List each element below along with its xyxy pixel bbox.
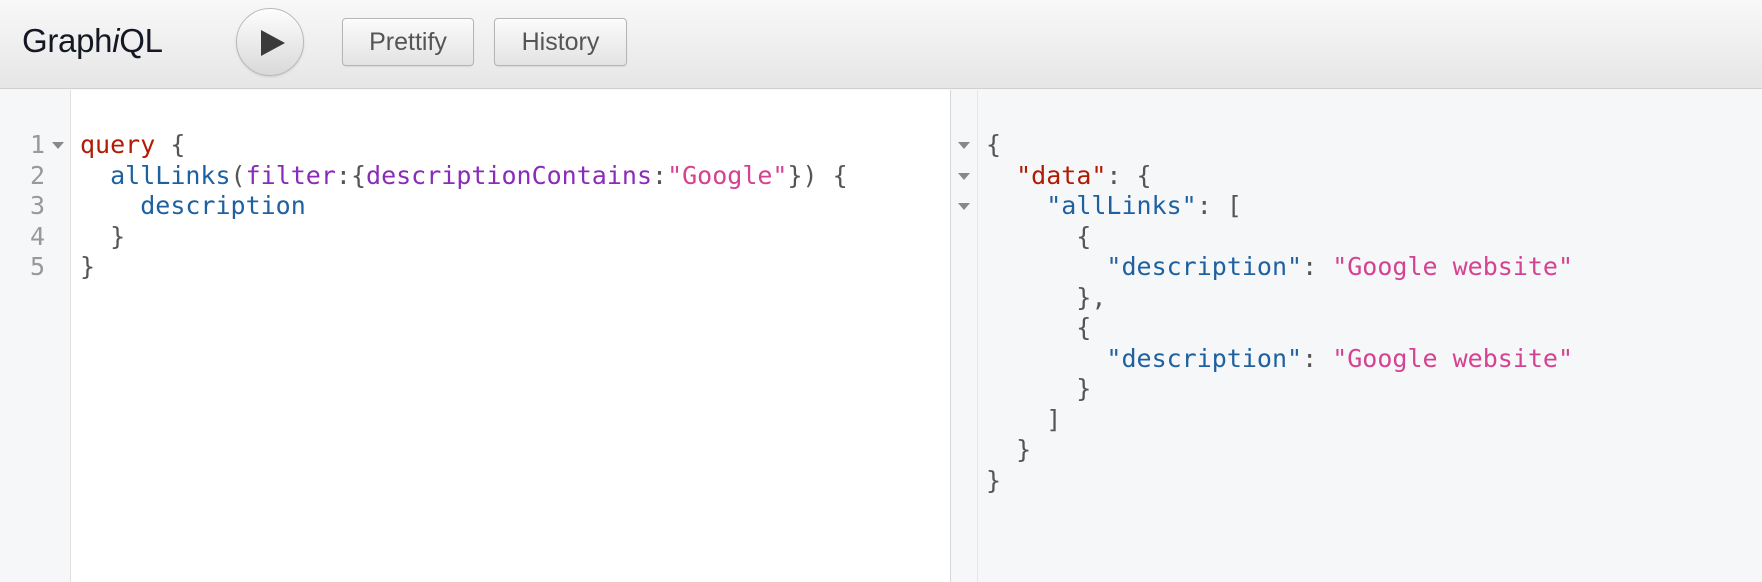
result-line: "description": "Google website"	[986, 250, 1573, 284]
code-token: :	[1302, 252, 1333, 281]
code-token: :	[652, 160, 668, 190]
code-token: }) {	[787, 160, 848, 190]
app-title: GraphiQL	[22, 22, 163, 60]
query-line[interactable]: }	[80, 250, 95, 284]
code-token: : [	[1196, 191, 1242, 220]
code-token: "data"	[1016, 160, 1107, 190]
code-token: :	[1302, 343, 1333, 373]
result-line: "data": {	[986, 159, 1152, 193]
toolbar: GraphiQL Prettify History	[0, 0, 1762, 89]
code-token: "Google website"	[1332, 252, 1574, 281]
code-token: (	[230, 160, 246, 190]
query-line[interactable]: allLinks(filter:{descriptionContains:"Go…	[80, 159, 848, 193]
code-token: : {	[1106, 160, 1152, 190]
code-token: descriptionContains	[366, 160, 652, 190]
fold-arrow-icon[interactable]	[52, 142, 64, 149]
line-number: 5	[29, 252, 45, 281]
result-viewer-gutter	[951, 90, 978, 582]
fold-arrow-icon[interactable]	[958, 172, 970, 180]
line-number: 2	[29, 160, 45, 190]
query-editor[interactable]: 1 query {2 allLinks(filter:{descriptionCo…	[0, 90, 951, 582]
code-token: "Google website"	[1332, 343, 1574, 373]
code-token: {	[155, 130, 186, 159]
code-token: "description"	[1106, 343, 1303, 373]
result-line: }	[986, 464, 1001, 498]
code-token: },	[986, 282, 1107, 312]
line-number: 3	[29, 191, 45, 220]
execute-query-button[interactable]	[236, 8, 304, 76]
code-token: {	[986, 313, 1092, 342]
code-token: {	[986, 130, 1002, 159]
result-line: {	[986, 220, 1091, 254]
code-token: }	[986, 465, 1002, 495]
history-button[interactable]: History	[494, 18, 627, 66]
prettify-button[interactable]: Prettify	[342, 18, 474, 66]
code-token: filter	[245, 160, 336, 190]
code-token: }	[986, 374, 1092, 403]
result-line: ]	[986, 403, 1061, 437]
query-line[interactable]: }	[80, 220, 125, 254]
code-token: "allLinks"	[1046, 191, 1197, 220]
fold-arrow-icon[interactable]	[958, 142, 970, 149]
app-title-suffix: QL	[119, 22, 163, 59]
play-icon	[261, 30, 285, 56]
result-line: }	[986, 433, 1031, 467]
query-line[interactable]: description	[80, 189, 306, 223]
line-number: 1	[29, 130, 45, 159]
result-line: },	[986, 281, 1106, 315]
code-token: allLinks	[110, 160, 231, 190]
result-line: }	[986, 372, 1091, 406]
line-number: 4	[29, 221, 45, 251]
result-viewer: { "data": { "allLinks": [ { "description…	[951, 90, 1762, 582]
code-token: }	[986, 435, 1032, 464]
fold-arrow-icon[interactable]	[958, 203, 970, 210]
code-token: description	[140, 191, 306, 220]
result-line: "description": "Google website"	[986, 342, 1573, 376]
query-line[interactable]: query {	[80, 128, 185, 162]
result-line: {	[986, 128, 1001, 162]
code-token: }	[80, 252, 96, 281]
code-token: }	[80, 221, 126, 251]
result-line: "allLinks": [	[986, 189, 1242, 223]
code-token: {	[986, 221, 1092, 251]
result-line: {	[986, 311, 1091, 345]
code-token: "description"	[1106, 252, 1303, 281]
code-token: "Google"	[667, 160, 788, 190]
code-token: :{	[335, 160, 367, 190]
code-token: ]	[986, 404, 1062, 434]
code-token: query	[80, 130, 156, 159]
app-title-prefix: Graph	[22, 22, 113, 59]
